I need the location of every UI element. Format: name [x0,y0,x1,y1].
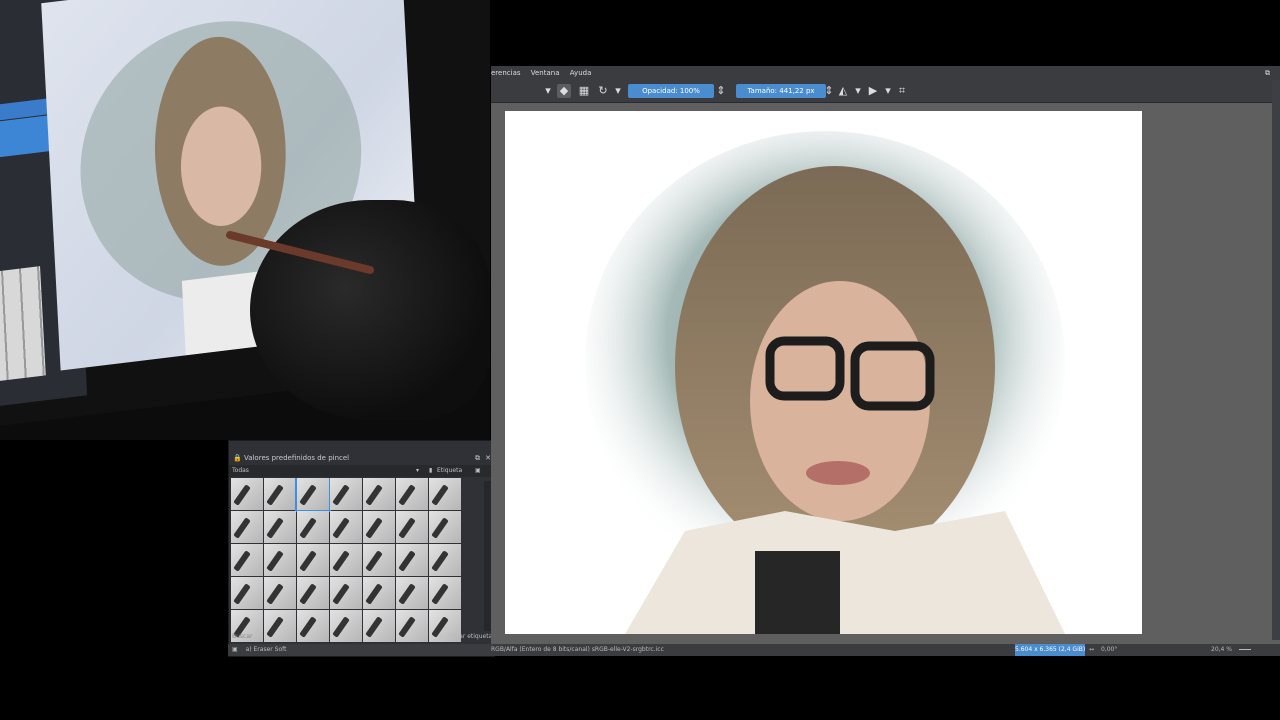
filter-tag-checkbox[interactable]: Filtrar etiqueta [448,631,492,643]
brush-preset[interactable] [231,511,263,543]
size-slider[interactable]: Tamaño: 441,22 px [736,84,826,98]
drawing-canvas[interactable] [505,111,1142,634]
brush-preset[interactable] [429,577,461,609]
chevron-down-icon[interactable]: ▾ [541,84,555,98]
brush-preset[interactable] [297,544,329,576]
brush-preset[interactable] [363,511,395,543]
brush-presets-docker: 🔒 Valores predefinidos de pincel ⧉ ✕ Tod… [228,440,495,657]
brush-preset[interactable] [330,544,362,576]
float-icon[interactable]: ⧉ [475,451,480,465]
brush-preset[interactable] [264,577,296,609]
window-restore-icon[interactable]: ⧉ [1265,66,1270,80]
brush-icon[interactable]: ▣ [232,646,238,653]
brush-preset[interactable] [429,478,461,510]
brush-preset[interactable] [363,478,395,510]
color-profile-label[interactable]: RGB/Alfa (Entero de 8 bits/canal) sRGB-e… [491,644,664,656]
brush-preset[interactable] [363,544,395,576]
tag-label[interactable]: Etiqueta [437,465,462,477]
tag-icon[interactable]: ▮ [429,465,432,477]
zoom-slider[interactable] [1239,649,1251,650]
brush-search-input[interactable]: Buscar [232,633,253,640]
brush-preset[interactable] [396,577,428,609]
rotate-icon: ↔ [1089,646,1095,653]
brush-preset[interactable] [330,511,362,543]
current-brush-name[interactable]: a) Eraser Soft [246,646,287,653]
menu-item-ventana[interactable]: Ventana [531,69,560,77]
stylus-pen [226,231,374,274]
brush-preset[interactable] [297,511,329,543]
crop-icon[interactable]: ⌗ [895,84,909,98]
tool-options-toolbar: ▾ ◆ ▦ ↻ ▾ Opacidad: 100% ⇕ Tamaño: 441,2… [491,80,1280,103]
brush-preset[interactable] [429,544,461,576]
portrait-painting [585,131,1065,634]
brush-preset[interactable] [264,478,296,510]
opacity-slider[interactable]: Opacidad: 100% [628,84,714,98]
lock-icon[interactable]: 🔒 [233,454,242,462]
chevron-down-icon[interactable]: ▾ [881,84,895,98]
reference-photo [0,0,490,440]
brush-preset[interactable] [330,577,362,609]
preserve-alpha-icon[interactable]: ▦ [577,84,591,98]
chevron-down-icon[interactable]: ▾ [416,465,419,477]
brush-preset[interactable] [429,511,461,543]
brush-preset[interactable] [231,577,263,609]
brush-preset[interactable] [297,577,329,609]
chevron-down-icon[interactable]: ▾ [851,84,865,98]
current-brush-status: ▣ a) Eraser Soft [228,644,493,656]
mirror-vertical-icon[interactable]: ▶ [866,84,880,98]
brush-preset[interactable] [396,511,428,543]
rotation-label[interactable]: 0,00° [1101,644,1117,656]
brush-preset[interactable] [330,478,362,510]
reload-preset-icon[interactable]: ↻ [596,84,610,98]
settings-icon[interactable]: ▣ [475,465,481,477]
brush-preset[interactable] [396,544,428,576]
brush-filter-select[interactable]: Todas [232,467,249,474]
brush-presets-footer: Buscar ✓ Filtrar etiqueta [229,631,494,643]
zoom-label[interactable]: 20,4 % [1211,644,1232,656]
status-bar: RGB/Alfa (Entero de 8 bits/canal) sRGB-e… [491,644,1280,656]
brush-presets-title-text: Valores predefinidos de pincel [243,454,350,462]
brush-preset[interactable] [231,478,263,510]
brush-presets-title: 🔒 Valores predefinidos de pincel ⧉ ✕ [229,451,494,465]
brush-filter-row: Todas ▾ ▮ Etiqueta ▣ [229,465,494,477]
mirror-horizontal-icon[interactable]: ◭ [836,84,850,98]
menu-item-ayuda[interactable]: Ayuda [570,69,592,77]
brush-preset[interactable] [363,577,395,609]
canvas-scrollbar[interactable] [1272,80,1280,640]
menubar: erencias Ventana Ayuda ⧉ [491,66,1280,80]
brush-preset[interactable] [264,544,296,576]
slider-arrows-icon[interactable]: ⇕ [714,84,728,98]
brush-preset[interactable] [396,478,428,510]
image-size-label[interactable]: 5.604 x 6.365 (2,4 GiB) [1015,644,1086,656]
slider-arrows-icon[interactable]: ⇕ [822,84,836,98]
brush-preset-selected[interactable] [295,478,331,512]
eraser-mode-icon[interactable]: ◆ [557,84,571,98]
photo-brush-grid [0,266,46,383]
checkmark-icon[interactable]: ✓ [439,631,444,643]
brush-preset[interactable] [264,511,296,543]
brush-preset[interactable] [231,544,263,576]
chevron-down-icon[interactable]: ▾ [611,84,625,98]
krita-window: erencias Ventana Ayuda ⧉ ▾ ◆ ▦ ↻ ▾ Opaci… [491,66,1280,656]
menu-item-preferencias[interactable]: erencias [491,69,521,77]
